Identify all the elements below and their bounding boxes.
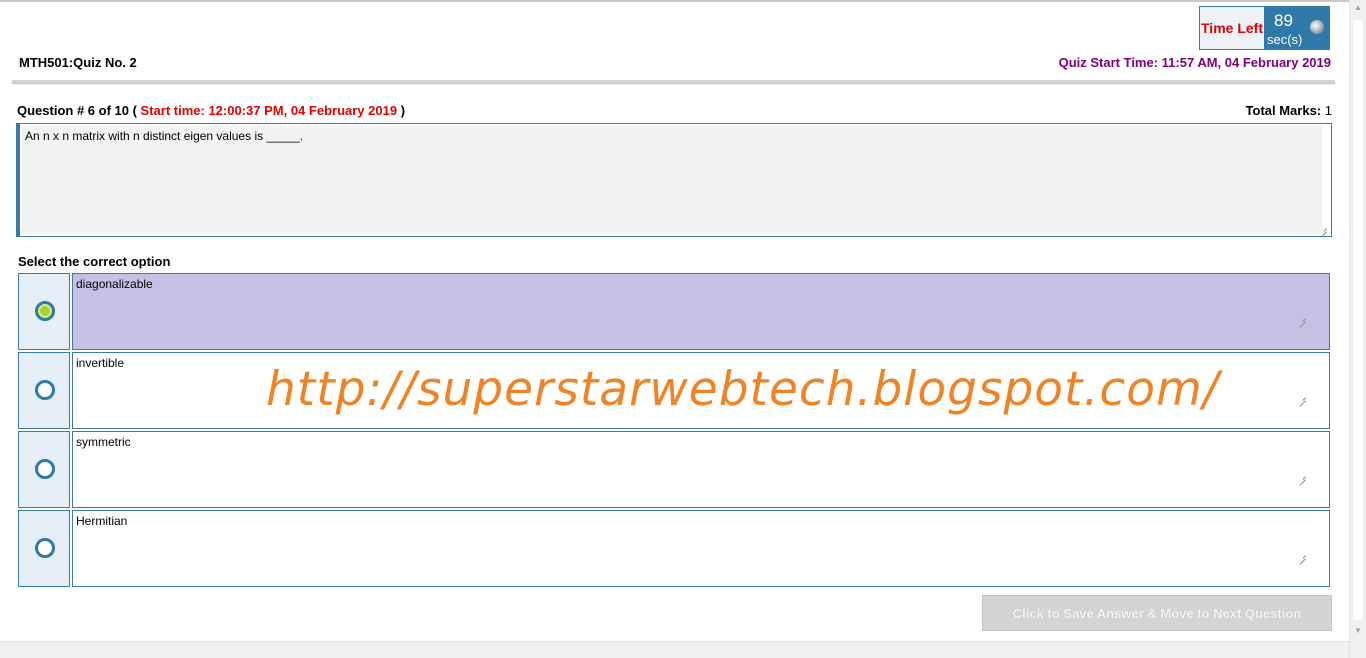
timer-widget: Time Left 89 sec(s) <box>1199 6 1330 50</box>
timer-indicator-icon <box>1310 20 1324 34</box>
time-left-unit: sec(s) <box>1267 32 1303 47</box>
vertical-scrollbar[interactable]: ▲ ▼ <box>1349 0 1366 658</box>
scrollbar-thumb[interactable] <box>1353 20 1363 620</box>
scroll-down-icon[interactable]: ▼ <box>1354 627 1362 635</box>
question-number: Question # 6 of 10 ( <box>17 103 137 118</box>
question-text-box[interactable]: An n x n matrix with n distinct eigen va… <box>16 123 1332 237</box>
option-3-text-box[interactable]: symmetric <box>72 431 1330 508</box>
resize-grip-icon[interactable] <box>1298 314 1307 323</box>
scroll-up-icon[interactable]: ▲ <box>1354 4 1362 12</box>
save-next-button[interactable]: Click to Save Answer & Move to Next Ques… <box>982 595 1332 631</box>
resize-grip-icon[interactable] <box>1298 551 1307 560</box>
total-marks-label: Total Marks: <box>1245 103 1322 118</box>
option-4-radio[interactable] <box>35 538 55 558</box>
window-top-border <box>0 0 1366 2</box>
option-1-radio[interactable] <box>35 301 55 321</box>
total-marks: Total Marks: 1 <box>1246 103 1332 118</box>
quiz-title: MTH501:Quiz No. 2 <box>19 55 137 70</box>
time-left-label: Time Left <box>1200 7 1264 49</box>
time-left-value-box: 89 sec(s) <box>1264 7 1329 49</box>
total-marks-value: 1 <box>1324 103 1332 118</box>
option-4-radio-cell[interactable] <box>18 510 70 587</box>
option-2-radio[interactable] <box>35 380 55 400</box>
resize-grip-icon[interactable] <box>1298 472 1307 481</box>
header-divider <box>12 80 1335 83</box>
quiz-start-time: Quiz Start Time: 11:57 AM, 04 February 2… <box>1058 55 1331 70</box>
option-1-text: diagonalizable <box>76 277 153 291</box>
option-2-text: invertible <box>76 356 125 370</box>
question-close-paren: ) <box>400 103 406 118</box>
option-4-text-box[interactable]: Hermitian <box>72 510 1330 587</box>
question-info: Question # 6 of 10 ( Start time: 12:00:3… <box>17 103 405 118</box>
time-left-seconds: 89 <box>1274 11 1293 30</box>
question-text: An n x n matrix with n distinct eigen va… <box>22 126 1322 234</box>
option-3-radio-cell[interactable] <box>18 431 70 508</box>
select-option-label: Select the correct option <box>18 254 171 269</box>
option-4-text: Hermitian <box>76 514 128 528</box>
resize-grip-icon[interactable] <box>1319 224 1328 233</box>
option-2-radio-cell[interactable] <box>18 352 70 429</box>
watermark-url: http://superstarwebtech.blogspot.com/ <box>266 362 1220 417</box>
question-start-time: Start time: 12:00:37 PM, 04 February 201… <box>140 103 398 118</box>
option-3-radio[interactable] <box>35 459 55 479</box>
option-1-text-box[interactable]: diagonalizable <box>72 273 1330 350</box>
horizontal-scrollbar[interactable] <box>0 641 1349 658</box>
resize-grip-icon[interactable] <box>1298 393 1307 402</box>
option-3-text: symmetric <box>76 435 131 449</box>
option-1-radio-cell[interactable] <box>18 273 70 350</box>
